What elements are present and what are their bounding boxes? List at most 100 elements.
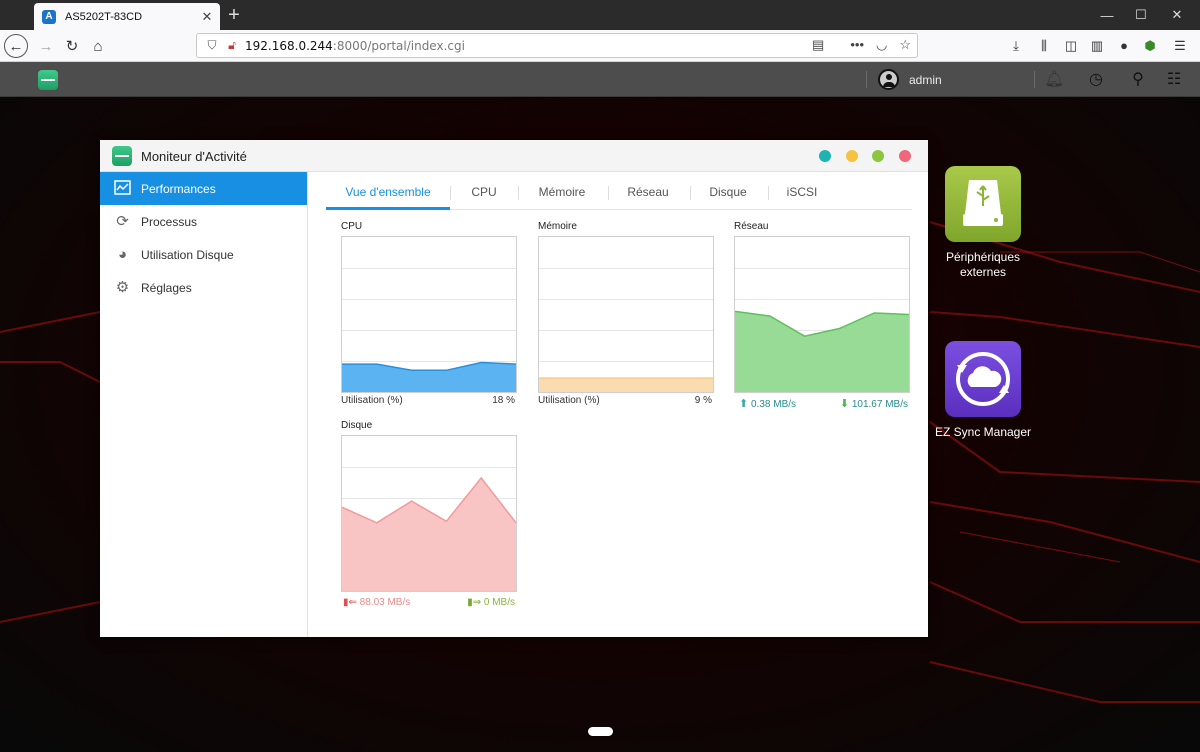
browser-tab-bar: A AS5202T-83CD ✕ + — ☐ ✕ [0,0,1200,30]
more-actions-icon[interactable]: ••• [850,37,864,53]
memory-stat-value: 9 % [694,395,712,406]
sidebar-item-label: Utilisation Disque [141,247,234,262]
desktop-icon-label: EZ Sync Manager [934,425,1032,439]
tab-overview[interactable]: Vue d'ensemble [326,185,450,199]
tab-cpu[interactable]: CPU [460,185,508,199]
activity-monitor-taskbar-icon[interactable] [38,70,58,90]
extension-alert-icon[interactable]: ⬢ [1140,36,1160,56]
sidebar-item-label: Performances [141,181,216,196]
memory-graph [538,236,714,393]
bookmark-star-icon[interactable]: ☆ [899,37,911,53]
disk-read-stat: ▮⇐ 88.03 MB/s [343,597,410,608]
download-rate: 101.67 MB/s [851,399,908,410]
window-maximize-button[interactable] [872,150,884,162]
desktop-icon-external-devices[interactable]: Périphériques externes [928,166,1038,280]
disk-read-icon: ▮⇐ [343,597,357,608]
library-icon[interactable]: ⫼ [1034,36,1054,56]
usb-drive-icon[interactable] [945,166,1021,242]
reader-view-icon[interactable]: ▤ [812,37,824,53]
address-bar[interactable]: ⛉ 🔓︎ 192.168.0.244:8000/portal/index.cgi… [196,33,918,58]
window-title: Moniteur d'Activité [141,149,247,164]
close-window-button[interactable]: ✕ [1154,0,1200,30]
browser-nav-bar: ← → ↻ ⌂ ⛉ 🔓︎ 192.168.0.244:8000/portal/i… [0,30,1200,62]
monitor-tabs: Vue d'ensemble CPU Mémoire Réseau Disque… [326,172,912,210]
disk-read-rate: 88.03 MB/s [359,597,411,608]
window-close-button[interactable] [899,150,911,162]
dashboard-gauge-icon[interactable]: ◷ [1086,70,1106,90]
sidebar-item-settings[interactable]: ⚙ Réglages [100,271,307,304]
cpu-stat-value: 18 % [492,395,515,406]
activity-monitor-window: Moniteur d'Activité Performances ⟳ Proce… [100,140,928,637]
reload-icon[interactable]: ↻ [60,34,84,58]
shield-icon[interactable]: ⛉ [205,38,219,53]
window-title-bar[interactable]: Moniteur d'Activité [100,140,928,172]
home-icon[interactable]: ⌂ [86,34,110,58]
tab-title: AS5202T-83CD [65,10,143,23]
tab-iscsi[interactable]: iSCSI [778,185,826,199]
sidebar-item-label: Processus [141,214,198,229]
sidebar-item-performances[interactable]: Performances [100,172,307,205]
cpu-panel-title: CPU [341,221,363,232]
upload-arrow-icon: ⬆ [739,398,749,410]
tab-divider [608,186,609,200]
series-area [735,311,909,392]
dock-handle[interactable] [588,727,613,736]
tab-divider [518,186,519,200]
network-download-stat: ⬇ 101.67 MB/s [812,397,908,410]
desktop-icon-label: Périphériques externes [945,250,1021,279]
disk-write-icon: ▮⇒ [467,597,482,608]
settings-sliders-icon[interactable]: ☷ [1164,70,1184,90]
close-tab-icon[interactable]: ✕ [198,9,216,25]
tab-memory[interactable]: Mémoire [528,185,596,199]
sidebar-toggle-icon[interactable]: ◫ [1061,36,1081,56]
back-arrow-icon[interactable]: ← [4,34,28,58]
network-panel-title: Réseau [734,221,769,232]
upload-rate: 0.38 MB/s [751,399,797,410]
sidebar-item-label: Réglages [141,280,192,295]
tab-network[interactable]: Réseau [618,185,678,199]
process-cycle-icon: ⟳ [116,213,129,230]
notification-bell-icon[interactable]: 🔔︎ [1044,70,1064,90]
tab-disk[interactable]: Disque [700,185,756,199]
desktop-icon-ez-sync[interactable]: EZ Sync Manager [928,341,1038,440]
user-avatar-icon[interactable] [878,69,899,90]
forward-arrow-icon[interactable]: → [34,34,58,58]
network-upload-stat: ⬆ 0.38 MB/s [739,397,796,410]
divider [866,71,867,88]
new-tab-button[interactable]: + [224,4,244,26]
site-favicon-icon: A [42,9,56,24]
extension-barcode-icon[interactable]: ▥ [1087,36,1107,56]
tab-divider [768,186,769,200]
sidebar-item-disk-usage[interactable]: ◕ Utilisation Disque [100,238,307,271]
extension-avatar-icon[interactable]: ● [1114,36,1134,56]
disk-chart [342,467,516,591]
disk-write-stat: ▮⇒ 0 MB/s [445,597,515,608]
menu-hamburger-icon[interactable]: ☰ [1170,36,1190,56]
network-graph [734,236,910,393]
download-icon[interactable]: ⤓ [1006,36,1026,56]
sidebar-item-processus[interactable]: ⟳ Processus [100,205,307,238]
disk-graph [341,435,517,592]
cpu-stat-label: Utilisation (%) [341,395,403,406]
cpu-chart [342,268,516,392]
window-minimize-button[interactable] [846,150,858,162]
memory-stat-label: Utilisation (%) [538,395,600,406]
url-host: 192.168.0.244 [245,38,333,53]
browser-tab[interactable]: A AS5202T-83CD ✕ [34,3,220,30]
search-icon[interactable]: ⚲ [1128,70,1148,90]
memory-panel-title: Mémoire [538,221,577,232]
window-teal-button[interactable] [819,150,831,162]
insecure-lock-icon[interactable]: 🔓︎ [225,38,239,53]
gear-icon: ⚙ [115,279,130,296]
nas-top-bar: admin 🔔︎ ◷ ⚲ ☷ [0,62,1200,97]
disk-usage-icon: ◕ [117,246,128,263]
cloud-sync-icon[interactable] [945,341,1021,417]
disk-panel-title: Disque [341,420,373,431]
tab-divider [450,186,451,200]
download-arrow-icon: ⬇ [839,398,850,410]
username-label[interactable]: admin [909,73,942,87]
pocket-icon[interactable]: ◡ [876,37,887,53]
series-area [539,378,713,392]
cpu-graph [341,236,517,393]
tab-divider [690,186,691,200]
